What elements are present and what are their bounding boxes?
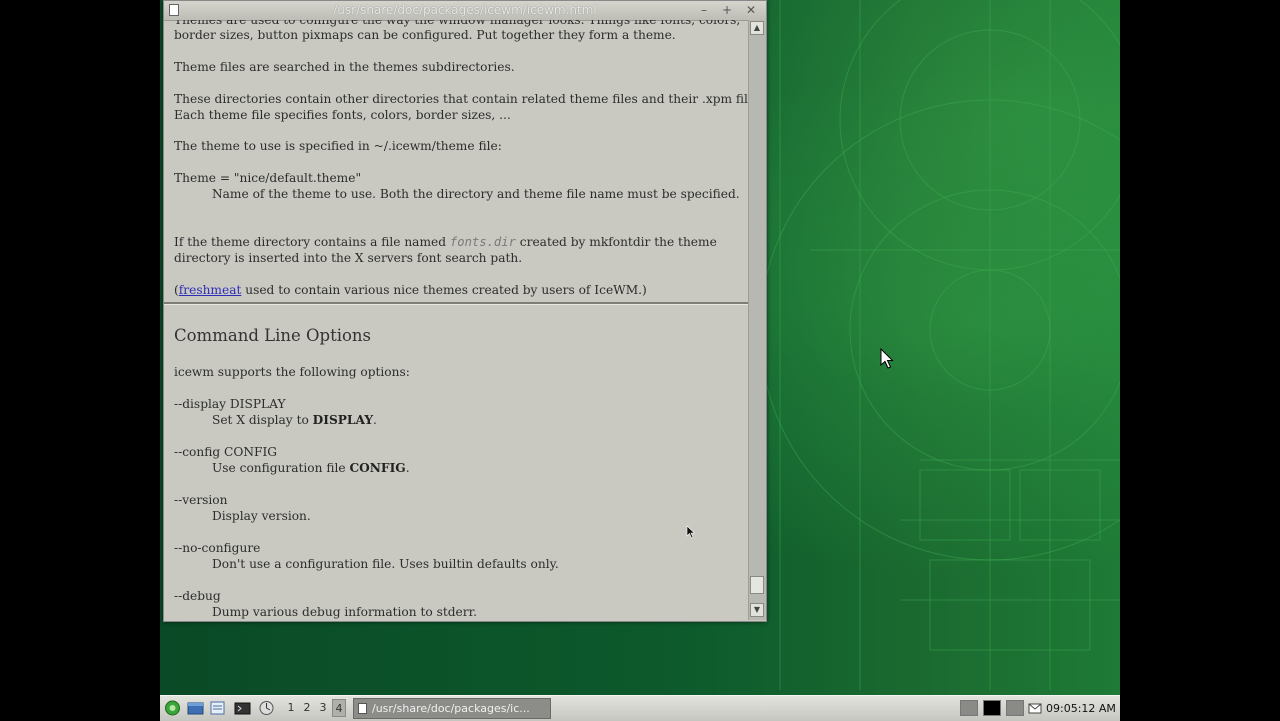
horizontal-rule [164,302,748,305]
taskbar: 1 2 3 4 /usr/share/doc/packages/ic... 09… [160,695,1120,721]
workspace-1[interactable]: 1 [284,699,298,717]
option-display-description: Set X display to DISPLAY. [212,412,377,428]
paragraph-fonts-line1: If the theme directory contains a file n… [174,234,717,250]
browser-window[interactable]: /usr/share/doc/packages/icewm/icewm.html… [163,0,767,622]
clock[interactable]: 09:05:12 AM [1046,696,1116,721]
mouse-pointer-icon [880,348,894,369]
scroll-up-arrow-icon[interactable]: ▲ [750,21,764,35]
workspace-3[interactable]: 3 [316,699,330,717]
scroll-down-arrow-icon[interactable]: ▼ [750,603,764,617]
network-monitor-icon[interactable] [983,700,1001,716]
window-list-icon[interactable] [209,700,226,716]
option-version-description: Display version. [212,509,311,523]
options-intro: icewm supports the following options: [174,365,410,379]
option-debug-description: Dump various debug information to stderr… [212,605,477,619]
paragraph-directories-line2: Each theme file specifies fonts, colors,… [174,108,511,122]
option-display-desc-text: Set X display to [212,413,313,427]
theme-option-description: Name of the theme to use. Both the direc… [212,187,740,201]
show-desktop-icon[interactable] [187,700,204,716]
option-no-configure: --no-configure [174,541,261,555]
option-display-desc-bold: DISPLAY [312,413,374,427]
paragraph-directories-line1: These directories contain other director… [174,92,748,106]
start-menu-icon[interactable] [164,700,181,716]
option-config-desc-end: . [405,461,410,475]
workspace-4[interactable]: 4 [332,699,346,717]
option-debug: --debug [174,589,221,603]
document-content: Themes are used to configure the way the… [164,20,748,620]
scrollbar-thumb[interactable] [750,576,764,594]
text-pointer-icon [686,525,696,539]
option-version: --version [174,493,228,507]
mail-icon[interactable] [1028,700,1042,716]
option-display: --display DISPLAY [174,397,286,411]
option-config-desc-text: Use configuration file [212,461,350,475]
fonts-text-pre: If the theme directory contains a file n… [174,235,450,249]
memory-monitor-icon[interactable] [1006,700,1024,716]
cpu-monitor-icon[interactable] [960,700,978,716]
section-heading: Command Line Options [174,326,372,345]
terminal-icon[interactable] [234,700,251,716]
paragraph-theme-file: The theme to use is specified in ~/.icew… [174,139,502,153]
window-title: /usr/share/doc/packages/icewm/icewm.html [333,3,597,17]
option-config-description: Use configuration file CONFIG. [212,460,410,476]
option-display-desc-end: . [373,413,377,427]
theme-option: Theme = "nice/default.theme" [174,171,362,185]
paragraph-themes-line2: border sizes, button pixmaps can be conf… [174,28,676,42]
taskbar-window-title: /usr/share/doc/packages/ic... [372,702,530,715]
workspace-2[interactable]: 2 [300,699,314,717]
fonts-dir-filename: fonts.dir [449,235,516,249]
freshmeat-link[interactable]: freshmeat [179,283,242,297]
fonts-text-post: created by mkfontdir the theme [515,235,717,249]
maximize-button[interactable]: + [719,2,735,18]
paragraph-freshmeat: (freshmeat used to contain various nice … [174,282,647,298]
freshmeat-text: used to contain various nice themes crea… [241,283,647,297]
browser-icon[interactable] [258,700,275,716]
window-titlebar[interactable]: /usr/share/doc/packages/icewm/icewm.html… [164,1,766,21]
paragraph-subdirectories: Theme files are searched in the themes s… [174,60,515,74]
taskbar-window-button[interactable]: /usr/share/doc/packages/ic... [353,698,551,719]
option-config-desc-bold: CONFIG [349,461,406,475]
vertical-scrollbar[interactable]: ▲ ▼ [748,20,766,620]
document-icon [358,703,367,714]
paragraph-fonts-line2: directory is inserted into the X servers… [174,251,523,265]
option-config: --config CONFIG [174,445,278,459]
option-no-configure-description: Don't use a configuration file. Uses bui… [212,557,559,571]
close-button[interactable]: ✕ [743,2,759,18]
minimize-button[interactable]: – [696,2,712,18]
